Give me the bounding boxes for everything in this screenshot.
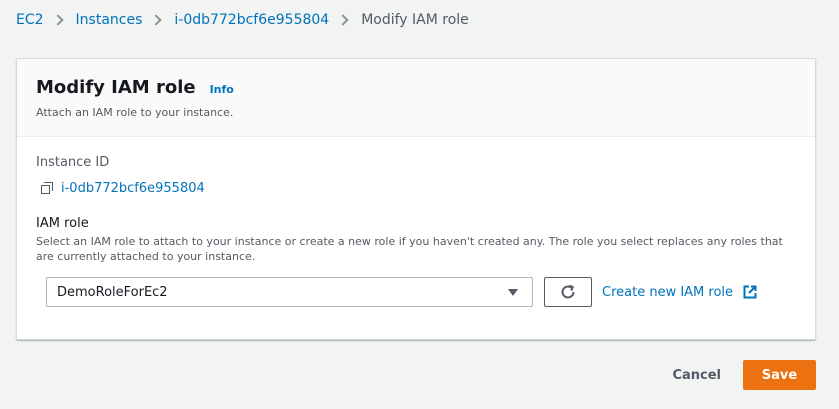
instance-id-value: i-0db772bcf6e955804 <box>41 181 796 196</box>
breadcrumb-ec2[interactable]: EC2 <box>16 12 44 28</box>
panel-header: Modify IAM role Info Attach an IAM role … <box>17 59 815 137</box>
cancel-button[interactable]: Cancel <box>650 360 743 390</box>
page-title: Modify IAM role <box>36 77 196 98</box>
chevron-right-icon <box>51 14 64 26</box>
iam-role-controls: DemoRoleForEc2 Create new IAM role <box>46 277 796 307</box>
instance-id-link[interactable]: i-0db772bcf6e955804 <box>61 181 205 196</box>
form-actions: Cancel Save <box>650 360 816 390</box>
create-iam-role-link[interactable]: Create new IAM role <box>602 285 757 300</box>
breadcrumb-instances[interactable]: Instances <box>76 12 143 28</box>
iam-role-label: IAM role <box>36 216 89 231</box>
breadcrumb-current: Modify IAM role <box>361 12 469 28</box>
panel-description: Attach an IAM role to your instance. <box>36 106 234 119</box>
iam-role-selected-value: DemoRoleForEc2 <box>57 284 168 300</box>
external-link-icon <box>743 285 757 299</box>
caret-down-icon <box>508 289 518 296</box>
iam-role-select[interactable]: DemoRoleForEc2 <box>46 277 533 307</box>
save-button[interactable]: Save <box>743 360 816 390</box>
modify-iam-role-panel: Modify IAM role Info Attach an IAM role … <box>16 58 816 340</box>
info-link[interactable]: Info <box>210 83 234 96</box>
copy-icon[interactable] <box>41 182 54 195</box>
panel-body: Instance ID i-0db772bcf6e955804 IAM role… <box>17 137 815 307</box>
refresh-button[interactable] <box>544 277 592 307</box>
iam-role-description: Select an IAM role to attach to your ins… <box>36 235 783 263</box>
breadcrumb: EC2 Instances i-0db772bcf6e955804 Modify… <box>16 11 469 29</box>
create-iam-role-label: Create new IAM role <box>602 284 734 300</box>
chevron-right-icon <box>150 14 163 26</box>
instance-id-label: Instance ID <box>36 155 110 170</box>
chevron-right-icon <box>337 14 349 26</box>
refresh-icon <box>561 284 575 299</box>
breadcrumb-instance-id[interactable]: i-0db772bcf6e955804 <box>174 12 329 28</box>
